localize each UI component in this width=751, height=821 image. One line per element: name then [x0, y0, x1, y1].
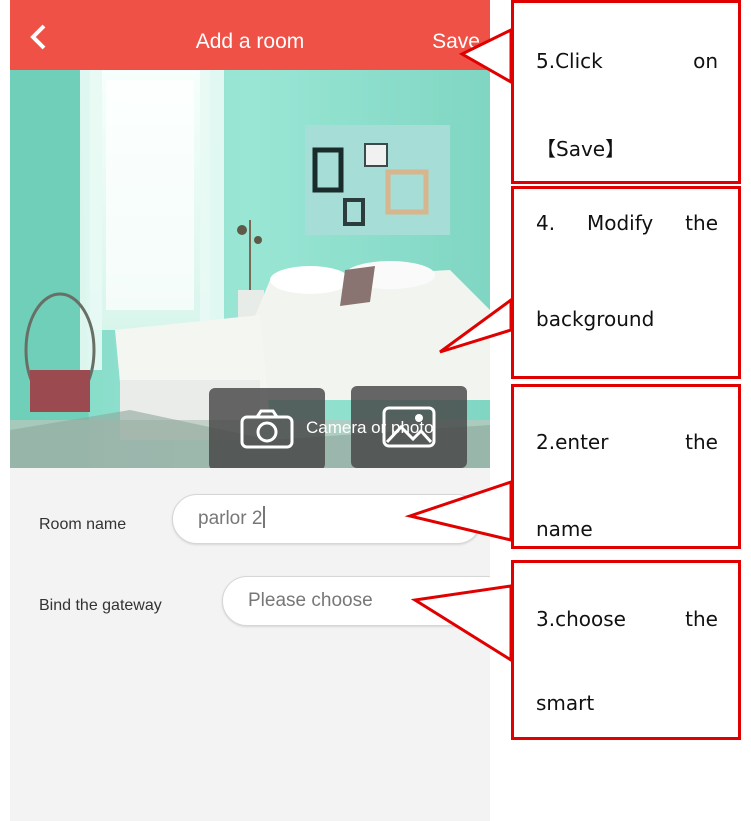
gateway-callout-line2: smart — [536, 691, 595, 715]
background-callout-line2: background — [536, 307, 655, 331]
gateway-callout-line1: 3.choose the — [536, 607, 718, 631]
gateway-callout: 3.choose the smart — [511, 560, 741, 740]
name-callout-line1: 2.enter the — [536, 430, 718, 454]
background-callout-line1: 4. Modify the — [536, 211, 718, 235]
save-callout: 5.Click on 【Save】 — [511, 0, 741, 184]
gateway-callout-pointer — [410, 584, 513, 663]
name-callout-pointer — [404, 479, 513, 542]
name-callout-line2: name — [536, 517, 593, 541]
save-callout-line2: 【Save】 — [536, 137, 626, 161]
background-callout: 4. Modify the background — [511, 186, 741, 379]
save-callout-pointer — [458, 27, 513, 85]
name-callout: 2.enter the name — [511, 384, 741, 549]
background-callout-pointer — [439, 297, 513, 354]
save-callout-line1: 5.Click on — [536, 49, 718, 73]
